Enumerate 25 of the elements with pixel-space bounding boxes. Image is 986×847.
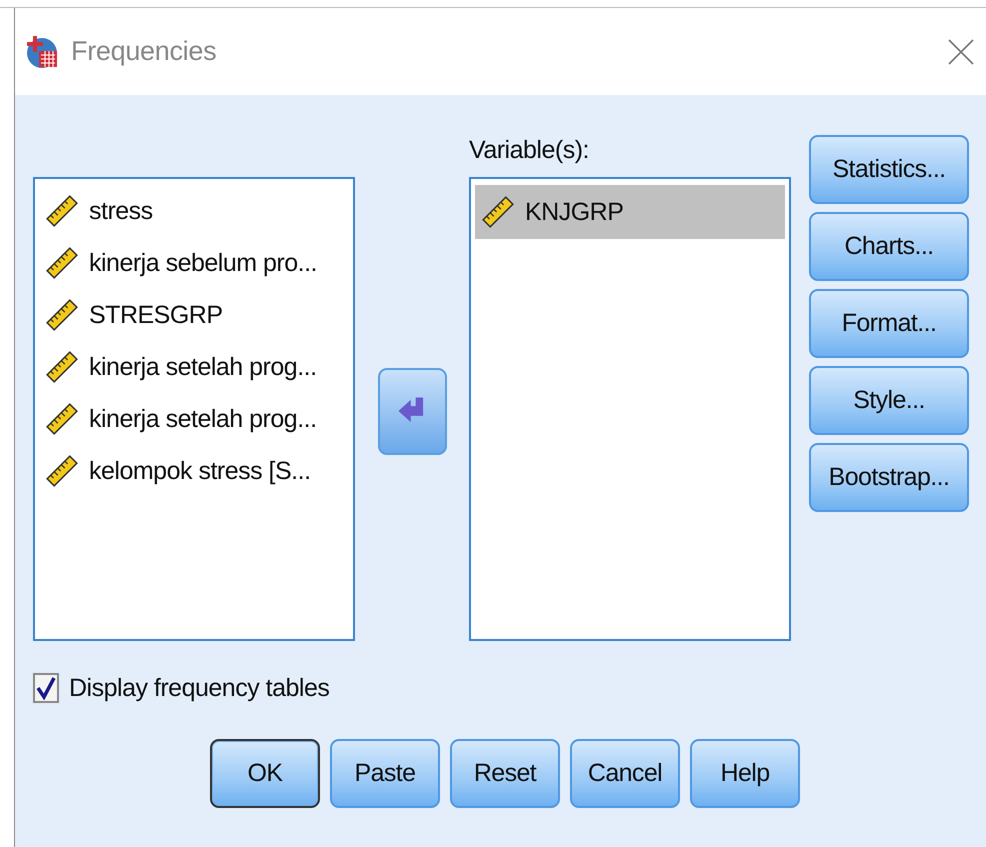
variable-item[interactable]: kinerja sebelum pro... — [39, 237, 349, 289]
move-button[interactable] — [378, 368, 446, 454]
variable-item[interactable]: STRESGRP — [39, 289, 349, 341]
variable-item[interactable]: kinerja setelah prog... — [39, 393, 349, 445]
checkbox-label[interactable]: Display frequency tables — [69, 674, 330, 702]
dialog-button[interactable]: Cancel — [570, 739, 680, 808]
variable-item[interactable]: KNJGRP — [475, 185, 785, 239]
variable-item[interactable]: kinerja setelah prog... — [39, 341, 349, 393]
variables-label: Variable(s): — [469, 135, 590, 166]
dialog-button[interactable]: Format... — [809, 289, 969, 358]
dialog-button[interactable]: Reset — [450, 739, 560, 808]
dialog-button[interactable]: Paste — [330, 739, 440, 808]
window-title: Frequencies — [71, 36, 218, 67]
dialog-button[interactable]: Style... — [809, 366, 969, 435]
source-variable-list[interactable]: stress kinerja sebelum pro... STRESGRP kinerja setelah prog... kinerja setelah prog... kelompok stress [S... — [33, 177, 355, 641]
selected-variable-list[interactable]: KNJGRP — [469, 177, 791, 641]
dialog-button[interactable]: Charts... — [809, 212, 969, 281]
variable-item[interactable]: stress — [39, 185, 349, 237]
checkbox[interactable] — [33, 673, 59, 703]
dialog-button[interactable]: Statistics... — [809, 135, 969, 204]
dialog-button[interactable]: Bootstrap... — [809, 443, 969, 512]
dialog-button[interactable]: OK — [210, 739, 320, 808]
dialog-button[interactable]: Help — [690, 739, 800, 808]
variable-item[interactable]: kelompok stress [S... — [39, 445, 349, 497]
close-icon[interactable] — [948, 38, 974, 64]
